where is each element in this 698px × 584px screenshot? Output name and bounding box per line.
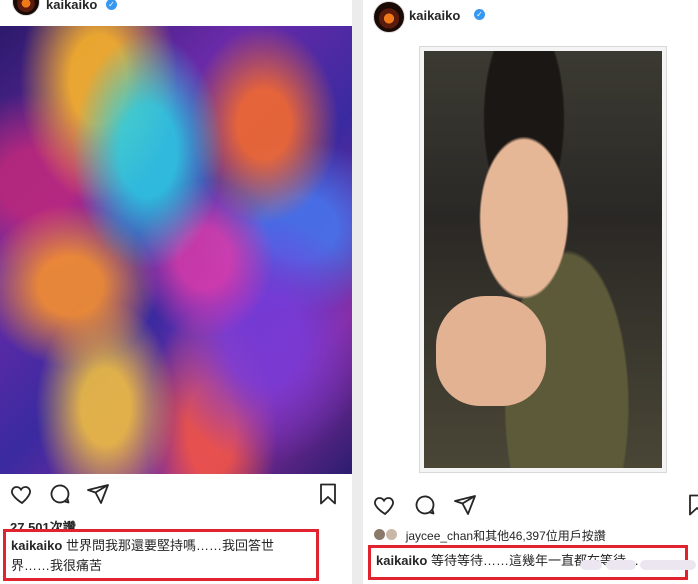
caption-username[interactable]: kaikaiko [11, 538, 62, 553]
share-icon[interactable] [453, 493, 477, 517]
caption-highlight-box: kaikaiko 世界問我那還要堅持嗎……我回答世界……我很痛苦 [3, 529, 319, 581]
post-left: kaikaiko ✓ 27,501次讚 kaikaiko 世界問我那還要堅持嗎…… [0, 0, 352, 584]
watermark-logo [580, 552, 698, 578]
post-right: kaikaiko ✓ jaycee_chan和其他46,397位用戶按讚 kai… [363, 0, 698, 584]
username[interactable]: kaikaiko [46, 0, 97, 12]
heart-icon[interactable] [10, 482, 34, 506]
heart-icon[interactable] [373, 493, 397, 517]
comment-icon[interactable] [413, 493, 437, 517]
post-header: kaikaiko ✓ [363, 0, 698, 34]
bookmark-icon[interactable] [685, 493, 698, 517]
avatar[interactable] [373, 1, 405, 33]
verified-badge-icon: ✓ [474, 9, 485, 20]
username[interactable]: kaikaiko [409, 8, 460, 23]
verified-badge-icon: ✓ [106, 0, 117, 10]
post-photo-frame[interactable] [419, 46, 667, 473]
action-bar [10, 482, 342, 508]
portrait-hand [436, 296, 546, 406]
post-photo-portrait [424, 51, 662, 468]
share-icon[interactable] [86, 482, 110, 506]
post-caption: kaikaiko 世界問我那還要堅持嗎……我回答世界……我很痛苦 [6, 532, 316, 580]
comment-icon[interactable] [48, 482, 72, 506]
action-bar [373, 493, 698, 519]
post-header: kaikaiko ✓ [0, 0, 352, 26]
liker-avatar [385, 528, 399, 541]
liked-by-text: jaycee_chan和其他46,397位用戶按讚 [405, 529, 606, 543]
liker-avatar [373, 528, 386, 541]
avatar[interactable] [12, 0, 40, 16]
bookmark-icon[interactable] [316, 482, 340, 506]
post-photo-nebula[interactable] [0, 26, 352, 474]
caption-username[interactable]: kaikaiko [376, 553, 427, 568]
liked-by[interactable]: jaycee_chan和其他46,397位用戶按讚 [373, 527, 606, 544]
